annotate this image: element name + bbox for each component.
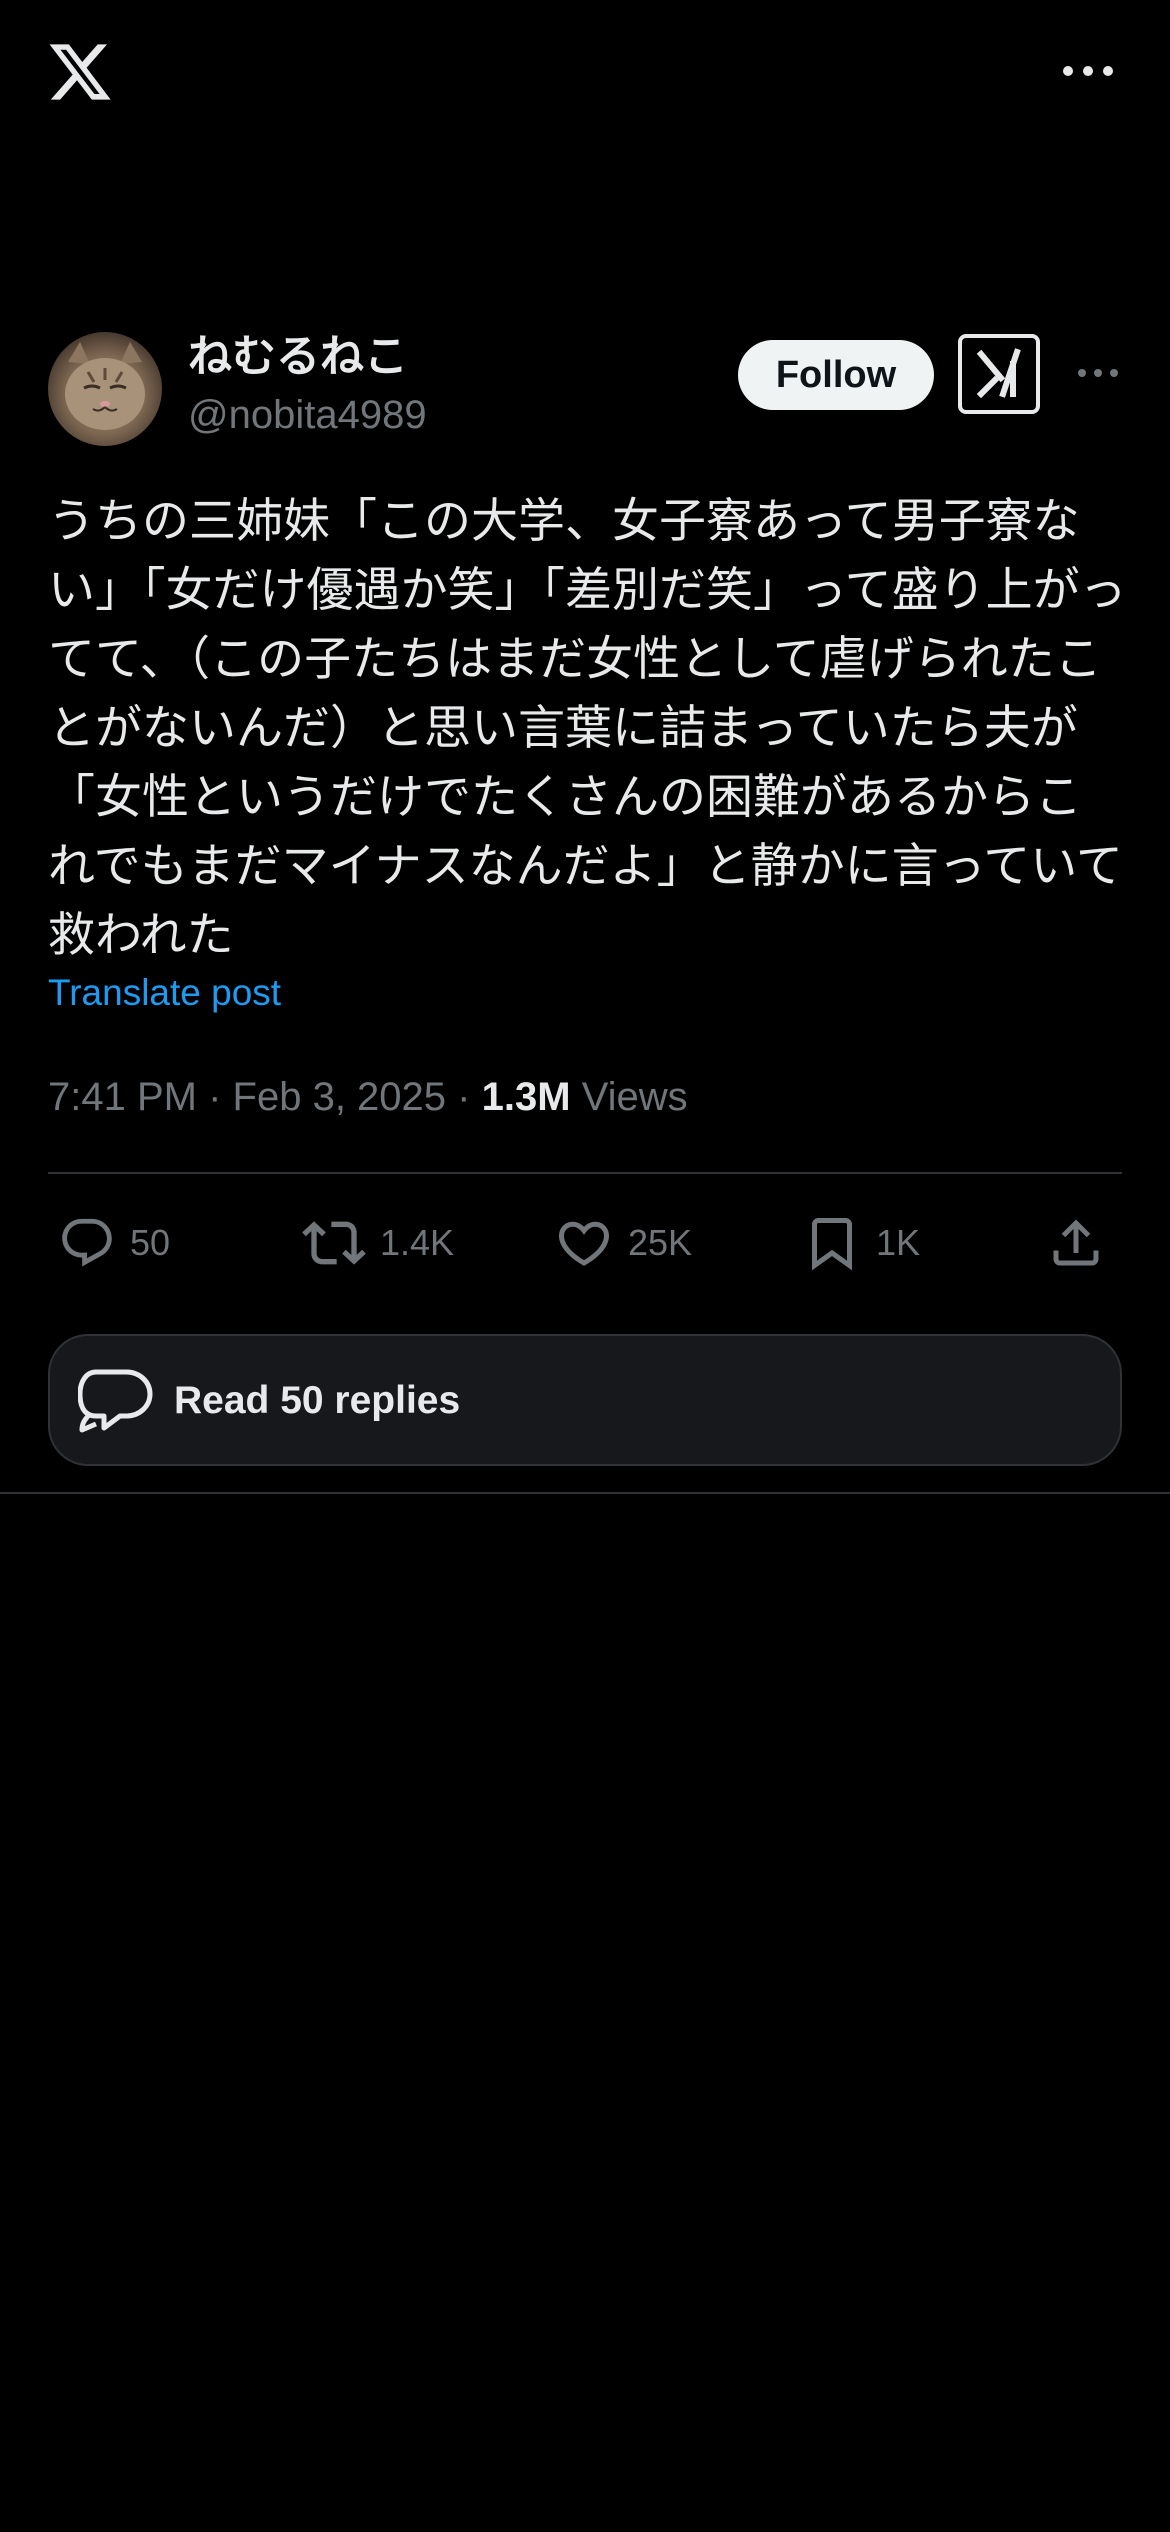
tweet-text: うちの三姉妹「この大学、女子寮あって男子寮ない」「女だけ優遇か笑」「差別だ笑」っ… <box>48 494 1127 961</box>
top-bar <box>0 0 1170 150</box>
replies-bubble-icon <box>78 1369 153 1433</box>
reply-icon <box>62 1218 112 1267</box>
reply-count: 50 <box>130 1222 171 1263</box>
share-button[interactable] <box>1046 1210 1106 1276</box>
reply-button[interactable]: 50 <box>58 1210 170 1276</box>
more-horizontal-icon[interactable] <box>1058 56 1118 86</box>
tweet-time[interactable]: 7:41 PM <box>48 1075 197 1119</box>
meta-separator: · <box>208 1075 222 1119</box>
divider <box>0 1492 1170 1494</box>
bookmark-count: 1K <box>876 1222 921 1263</box>
avatar[interactable] <box>48 332 162 446</box>
repost-icon <box>302 1221 366 1265</box>
bookmark-button[interactable]: 1K <box>802 1210 920 1276</box>
action-bar: 50 1.4K 25K 1K <box>48 1210 1122 1276</box>
like-count: 25K <box>628 1222 693 1263</box>
heart-icon <box>558 1221 610 1266</box>
read-replies-label: Read 50 replies <box>174 1379 461 1422</box>
grok-button[interactable] <box>958 334 1040 414</box>
cat-avatar-image <box>48 332 162 446</box>
x-logo-icon[interactable] <box>46 38 114 106</box>
like-button[interactable]: 25K <box>554 1210 692 1276</box>
meta-separator: · <box>457 1075 471 1119</box>
repost-count: 1.4K <box>380 1222 455 1263</box>
author-row: ねむるねこ @nobita4989 Follow <box>48 330 1123 450</box>
author-display-name[interactable]: ねむるねこ <box>188 330 408 384</box>
follow-button[interactable]: Follow <box>738 340 934 410</box>
author-handle[interactable]: @nobita4989 <box>188 390 427 440</box>
read-replies-button[interactable]: Read 50 replies <box>48 1334 1122 1466</box>
tweet-detail-page: ねむるねこ @nobita4989 Follow うちの三姉妹「この大学、女子寮… <box>0 0 1170 2532</box>
grok-icon <box>976 348 1021 399</box>
tweet-meta: 7:41 PM · Feb 3, 2025 · 1.3M Views <box>48 1070 688 1124</box>
repost-button[interactable]: 1.4K <box>302 1210 454 1276</box>
more-horizontal-icon[interactable] <box>1074 358 1122 388</box>
translate-post-link[interactable]: Translate post <box>48 970 281 1016</box>
share-icon <box>1053 1219 1099 1266</box>
views-label: Views <box>581 1075 688 1119</box>
views-count: 1.3M <box>481 1075 571 1119</box>
tweet-date[interactable]: Feb 3, 2025 <box>233 1075 447 1119</box>
bookmark-icon <box>812 1218 852 1271</box>
divider <box>48 1172 1122 1174</box>
